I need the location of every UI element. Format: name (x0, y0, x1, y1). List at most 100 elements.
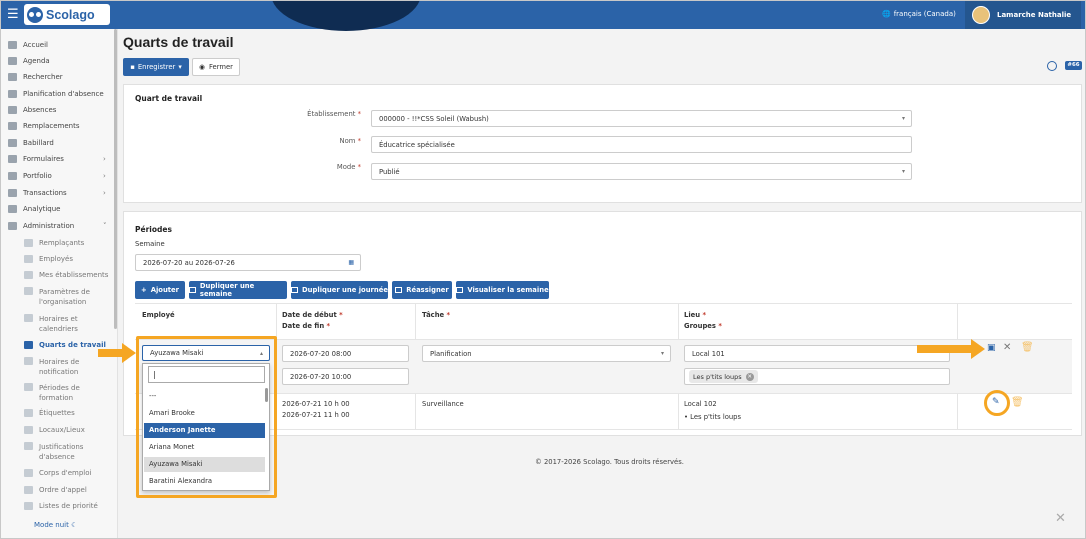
sidebar-subitem-etablissements[interactable]: Mes établissements (24, 271, 108, 279)
sidebar-subitem-quarts[interactable]: Quarts de travail (24, 341, 106, 349)
required-mark: * (702, 311, 707, 319)
sidebar-item-label-line1: Justifications (39, 443, 84, 451)
start-date-input[interactable]: 2026-07-20 08:00 (282, 345, 409, 362)
app-logo[interactable]: Scolago (24, 4, 110, 25)
sidebar-subitem-justifications[interactable]: Justifications d'absence (24, 442, 83, 462)
etablissement-select[interactable]: 000000 - !!*CSS Soleil (Wabush) ▾ (371, 110, 912, 127)
sidebar-item-label: Analytique (23, 205, 61, 213)
swap-icon (8, 122, 17, 130)
sidebar-item-label: Administration (23, 222, 75, 230)
nom-input[interactable]: Éducatrice spécialisée (371, 136, 912, 153)
sidebar-item-label: Absences (23, 106, 57, 114)
col-header-employe: Employé (142, 311, 175, 319)
sidebar-item-label: Babillard (23, 139, 54, 147)
calendar-icon (8, 90, 17, 98)
delete-row-icon[interactable]: 🗑 (1021, 342, 1034, 353)
view-week-label: Visualiser la semaine (467, 286, 549, 294)
person-icon (24, 469, 33, 477)
board-icon (8, 139, 17, 147)
sidebar-subitem-corps-emploi[interactable]: Corps d'emploi (24, 469, 91, 477)
building-icon (24, 271, 33, 279)
semaine-input[interactable]: 2026-07-20 au 2026-07-26 ▦ (135, 254, 361, 271)
sidebar-item-label: Quarts de travail (39, 341, 106, 349)
chart-icon (8, 205, 17, 213)
sidebar-item-planification[interactable]: Planification d'absence (8, 90, 104, 98)
language-selector[interactable]: 🌐 français (Canada) (882, 10, 956, 18)
sidebar-subitem-ordre-appel[interactable]: Ordre d'appel (24, 486, 87, 494)
location-select[interactable]: Local 101 (684, 345, 950, 362)
sidebar-item-label: Planification d'absence (23, 90, 104, 98)
sidebar-subitem-employes[interactable]: Employés (24, 255, 73, 263)
owl-logo-icon (27, 6, 43, 23)
annotation-circle (984, 390, 1010, 416)
history-icon[interactable] (1047, 61, 1057, 71)
sidebar-subitem-notification[interactable]: Horaires de notification (24, 357, 79, 377)
col-header-groupes: Groupes (684, 322, 716, 330)
sidebar-item-accueil[interactable]: Accueil (8, 41, 48, 49)
required-mark: * (446, 311, 451, 319)
required-mark: * (718, 322, 722, 330)
remove-tag-icon[interactable]: ✕ (745, 372, 754, 381)
page-title: Quarts de travail (123, 34, 234, 50)
sidebar-item-agenda[interactable]: Agenda (8, 57, 50, 65)
duplicate-week-button[interactable]: Dupliquer une semaine (189, 281, 287, 299)
sidebar-item-babillard[interactable]: Babillard (8, 139, 54, 147)
row2-end-date: 2026-07-21 11 h 00 (282, 411, 350, 419)
sidebar-item-transactions[interactable]: Transactions › (8, 189, 106, 197)
close-icon[interactable]: ✕ (1055, 511, 1066, 526)
calendar-icon[interactable]: ▦ (348, 259, 354, 266)
sidebar-item-absences[interactable]: Absences (8, 106, 56, 114)
add-button[interactable]: + Ajouter (135, 281, 185, 299)
duplicate-week-label: Dupliquer une semaine (199, 282, 255, 298)
globe-icon: 🌐 (882, 10, 891, 18)
sidebar-subitem-listes-priorite[interactable]: Listes de priorité (24, 502, 98, 510)
sidebar-item-label: Transactions (23, 189, 67, 197)
sidebar-subitem-horaires[interactable]: Horaires et calendriers (24, 314, 78, 334)
sidebar-subitem-parametres[interactable]: Paramètres de l'organisation (24, 287, 90, 307)
user-minus-icon (8, 106, 17, 114)
mode-select[interactable]: Publié ▾ (371, 163, 912, 180)
sidebar-item-label: Périodes de formation (39, 383, 80, 403)
save-icon: ▪ (130, 63, 135, 71)
delete-row-icon[interactable]: 🗑 (1011, 397, 1024, 408)
close-button[interactable]: ◉ Fermer (192, 58, 240, 76)
sidebar-subitem-etiquettes[interactable]: Étiquettes (24, 409, 75, 417)
sidebar-item-label: Accueil (23, 41, 48, 49)
sidebar-scrollbar[interactable] (114, 29, 117, 329)
hamburger-icon[interactable]: ☰ (7, 8, 19, 21)
task-select[interactable]: Planification ▾ (422, 345, 671, 362)
add-label: Ajouter (150, 286, 179, 294)
save-row-icon[interactable]: ▣ (987, 343, 996, 353)
view-week-button[interactable]: Visualiser la semaine (456, 281, 549, 299)
sidebar-item-label: Formulaires (23, 155, 64, 163)
sidebar-item-rechercher[interactable]: Rechercher (8, 73, 63, 81)
mode-value: Publié (379, 167, 400, 176)
cancel-row-icon[interactable]: ✕ (1003, 342, 1011, 353)
nom-value: Éducatrice spécialisée (379, 140, 455, 149)
shift-icon (24, 341, 33, 349)
duplicate-day-button[interactable]: Dupliquer une journée (291, 281, 388, 299)
col-header-dates: Date de début * Date de fin * (282, 310, 343, 332)
sidebar-item-analytique[interactable]: Analytique (8, 205, 60, 213)
location-value: Local 101 (692, 349, 725, 358)
user-menu[interactable]: Lamarche Nathalie (965, 1, 1081, 29)
sidebar-item-label: Mes établissements (39, 271, 109, 279)
sidebar-subitem-locaux[interactable]: Locaux/Lieux (24, 426, 85, 434)
sidebar-subitem-formation[interactable]: Périodes de formation (24, 383, 80, 403)
night-mode-toggle[interactable]: Mode nuit ☾ (34, 521, 77, 529)
sidebar-item-remplacements[interactable]: Remplacements (8, 122, 79, 130)
start-date-value: 2026-07-20 08:00 (290, 349, 352, 358)
sidebar-item-formulaires[interactable]: Formulaires › (8, 155, 106, 163)
save-button[interactable]: ▪ Enregistrer ▾ (123, 58, 189, 76)
document-icon (24, 442, 33, 450)
sidebar-subitem-remplacants[interactable]: Remplaçants (24, 239, 84, 247)
sidebar-item-portfolio[interactable]: Portfolio › (8, 172, 106, 180)
sidebar-item-label-line2: formation (39, 394, 74, 402)
reassign-button[interactable]: Réassigner (392, 281, 452, 299)
sidebar-item-label: Justifications d'absence (39, 442, 83, 462)
header-decoration (271, 1, 421, 31)
end-date-input[interactable]: 2026-07-20 10:00 (282, 368, 409, 385)
sidebar-item-administration[interactable]: Administration ˅ (8, 222, 107, 230)
home-icon (8, 41, 17, 49)
sidebar-item-label-line1: Paramètres de (39, 288, 90, 296)
